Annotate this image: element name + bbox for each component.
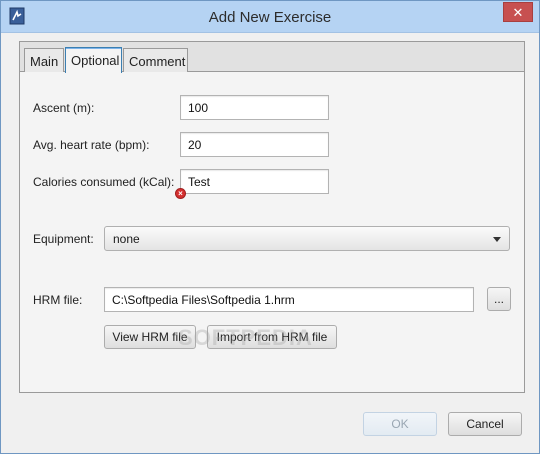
calories-label: Calories consumed (kCal):: [33, 175, 175, 189]
ascent-input[interactable]: 100: [180, 95, 329, 120]
hrm-file-input[interactable]: C:\Softpedia Files\Softpedia 1.hrm: [104, 287, 474, 312]
equipment-select[interactable]: none: [104, 226, 510, 251]
cancel-button[interactable]: Cancel: [448, 412, 522, 436]
heart-rate-input[interactable]: 20: [180, 132, 329, 157]
tab-comment[interactable]: Comment: [123, 48, 188, 72]
ascent-label: Ascent (m):: [33, 101, 95, 115]
calories-input[interactable]: Test: [180, 169, 329, 194]
dialog-content: Main Optional Comment Ascent (m): 100 Av…: [9, 34, 531, 446]
tab-optional[interactable]: Optional: [65, 47, 122, 73]
window-title: Add New Exercise: [208, 9, 332, 26]
equipment-value: none: [113, 232, 140, 246]
dialog-window: Add New Exercise ✕ Main Optional Comment…: [0, 0, 540, 454]
tab-main[interactable]: Main: [24, 48, 64, 72]
equipment-label: Equipment:: [33, 232, 94, 246]
browse-button[interactable]: ...: [487, 287, 511, 311]
close-button[interactable]: ✕: [503, 2, 533, 22]
hrm-label: HRM file:: [33, 293, 83, 307]
ok-button[interactable]: OK: [363, 412, 437, 436]
error-icon: ×: [175, 188, 186, 199]
tab-strip: Main Optional Comment: [20, 42, 524, 73]
tab-pane: Main Optional Comment Ascent (m): 100 Av…: [19, 41, 525, 393]
chevron-down-icon: [493, 237, 501, 242]
title-bar[interactable]: Add New Exercise ✕: [1, 1, 539, 33]
watermark: SOFTPEDIA: [178, 325, 313, 350]
heart-rate-label: Avg. heart rate (bpm):: [33, 138, 150, 152]
